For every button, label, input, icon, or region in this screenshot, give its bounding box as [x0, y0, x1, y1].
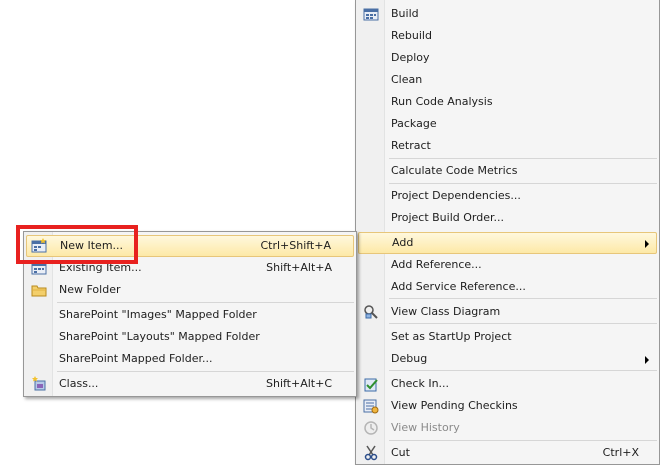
menu-item-label: View History — [391, 421, 460, 434]
menu-item-sharepoint-mapped-folder[interactable]: SharePoint Mapped Folder... — [26, 348, 354, 370]
menu-item-view-pending-checkins[interactable]: View Pending Checkins — [358, 395, 657, 417]
menu-item-label: Deploy — [391, 51, 430, 64]
menu-separator — [389, 440, 657, 441]
menu-separator — [389, 370, 657, 371]
menu-item-calculate-code-metrics[interactable]: Calculate Code Metrics — [358, 160, 657, 182]
menu-item-build[interactable]: Build — [358, 3, 657, 25]
menu-item-label: Package — [391, 117, 437, 130]
annotation-highlight-box — [16, 225, 138, 264]
menu-item-label: Project Dependencies... — [391, 189, 521, 202]
project-context-menu: Build Rebuild Deploy Clean Run Code Anal… — [355, 0, 660, 465]
menu-item-label: View Pending Checkins — [391, 399, 518, 412]
menu-item-add-service-reference[interactable]: Add Service Reference... — [358, 276, 657, 298]
menu-separator — [389, 298, 657, 299]
menu-item-shortcut: Shift+Alt+A — [266, 261, 332, 274]
menu-item-label: View Class Diagram — [391, 305, 501, 318]
menu-item-cut[interactable]: Cut Ctrl+X — [358, 442, 657, 464]
menu-item-sharepoint-images-folder[interactable]: SharePoint "Images" Mapped Folder — [26, 304, 354, 326]
menu-item-run-code-analysis[interactable]: Run Code Analysis — [358, 91, 657, 113]
menu-item-project-build-order[interactable]: Project Build Order... — [358, 207, 657, 229]
menu-item-new-folder[interactable]: New Folder — [26, 279, 354, 301]
menu-item-shortcut: Ctrl+Shift+A — [260, 239, 331, 252]
menu-separator — [57, 302, 354, 303]
menu-item-label: Rebuild — [391, 29, 432, 42]
scissors-icon — [363, 445, 379, 461]
menu-item-debug[interactable]: Debug — [358, 348, 657, 370]
menu-item-label: Build — [391, 7, 419, 20]
menu-item-rebuild[interactable]: Rebuild — [358, 25, 657, 47]
menu-item-label: Add — [392, 236, 414, 249]
menu-separator — [389, 158, 657, 159]
menu-separator — [57, 371, 354, 372]
menu-item-view-history[interactable]: View History — [358, 417, 657, 439]
menu-item-label: SharePoint Mapped Folder... — [59, 352, 213, 365]
menu-item-deploy[interactable]: Deploy — [358, 47, 657, 69]
menu-item-label: Cut — [391, 446, 410, 459]
submenu-arrow-icon — [645, 240, 649, 248]
menu-item-clean[interactable]: Clean — [358, 69, 657, 91]
menu-item-label: Set as StartUp Project — [391, 330, 512, 343]
menu-item-class[interactable]: Class... Shift+Alt+C — [26, 373, 354, 395]
check-in-icon — [363, 376, 379, 392]
menu-item-label: Retract — [391, 139, 431, 152]
menu-item-check-in[interactable]: Check In... — [358, 373, 657, 395]
menu-item-shortcut: Shift+Alt+C — [265, 377, 332, 390]
menu-item-label: SharePoint "Images" Mapped Folder — [59, 308, 257, 321]
menu-item-label: Project Build Order... — [391, 211, 504, 224]
menu-item-package[interactable]: Package — [358, 113, 657, 135]
menu-item-label: Add Reference... — [391, 258, 482, 271]
menu-item-view-class-diagram[interactable]: View Class Diagram — [358, 301, 657, 323]
menu-item-label: Class... — [59, 377, 99, 390]
menu-item-add[interactable]: Add — [358, 232, 657, 254]
class-icon — [31, 376, 47, 392]
menu-item-label: Run Code Analysis — [391, 95, 493, 108]
menu-item-label: Debug — [391, 352, 428, 365]
menu-item-label: New Folder — [59, 283, 121, 296]
menu-item-label: Calculate Code Metrics — [391, 164, 518, 177]
menu-item-label: Check In... — [391, 377, 450, 390]
menu-item-shortcut: Ctrl+X — [602, 446, 639, 459]
menu-separator — [389, 183, 657, 184]
menu-item-sharepoint-layouts-folder[interactable]: SharePoint "Layouts" Mapped Folder — [26, 326, 354, 348]
pending-checkins-icon — [363, 398, 379, 414]
submenu-arrow-icon — [645, 356, 649, 364]
menu-item-label: Clean — [391, 73, 423, 86]
menu-separator — [389, 323, 657, 324]
class-diagram-icon — [363, 304, 379, 320]
menu-item-label: SharePoint "Layouts" Mapped Folder — [59, 330, 260, 343]
folder-icon — [31, 282, 47, 298]
menu-item-set-startup-project[interactable]: Set as StartUp Project — [358, 326, 657, 348]
menu-item-retract[interactable]: Retract — [358, 135, 657, 157]
menu-item-project-dependencies[interactable]: Project Dependencies... — [358, 185, 657, 207]
menu-item-label: Add Service Reference... — [391, 280, 526, 293]
menu-item-add-reference[interactable]: Add Reference... — [358, 254, 657, 276]
build-icon — [363, 6, 379, 22]
history-icon — [363, 420, 379, 436]
